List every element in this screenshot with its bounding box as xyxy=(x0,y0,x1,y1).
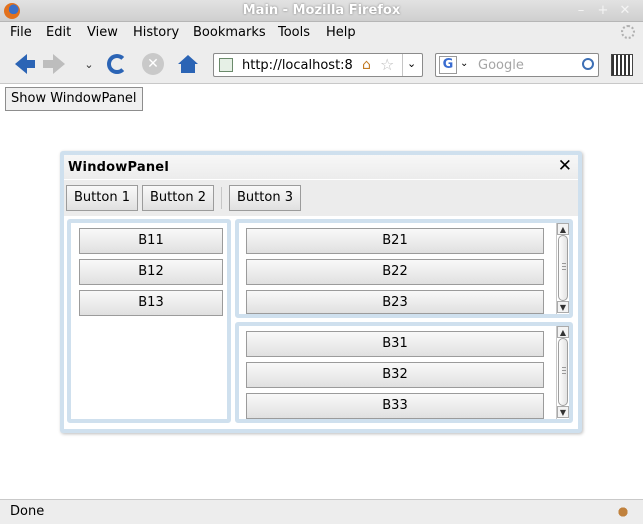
menu-view[interactable]: View xyxy=(87,25,118,40)
menu-bookmarks[interactable]: Bookmarks xyxy=(193,25,266,40)
bookmark-star-icon[interactable]: ☆ xyxy=(380,55,394,74)
search-icon[interactable] xyxy=(582,58,594,70)
extension-grid-icon[interactable] xyxy=(611,54,633,76)
scroll-up-icon[interactable]: ▲ xyxy=(557,223,569,235)
url-bar[interactable]: http://localhost:8 ⌂ ☆ ⌄ xyxy=(213,53,423,77)
throbber-icon xyxy=(621,25,635,39)
status-text: Done xyxy=(10,504,45,519)
button-b31[interactable]: B31 xyxy=(246,331,544,357)
maximize-icon[interactable]: + xyxy=(594,3,612,19)
reload-button[interactable] xyxy=(104,51,130,77)
reload-icon xyxy=(107,54,127,74)
forward-button[interactable] xyxy=(43,51,72,77)
button-b32[interactable]: B32 xyxy=(246,362,544,388)
button-3[interactable]: Button 3 xyxy=(229,185,301,211)
url-text[interactable]: http://localhost:8 xyxy=(242,58,356,73)
home-icon xyxy=(178,55,198,73)
chevron-down-icon: ⌄ xyxy=(84,57,94,71)
history-dropdown-button[interactable]: ⌄ xyxy=(76,51,102,77)
window-title: Main - Mozilla Firefox xyxy=(242,3,401,18)
stop-icon: ✕ xyxy=(142,53,164,75)
grip-icon xyxy=(562,367,566,375)
panel-toolbar: Button 1 Button 2 Button 3 xyxy=(64,180,578,216)
button-1[interactable]: Button 1 xyxy=(66,185,138,211)
url-divider xyxy=(402,54,403,76)
close-window-icon[interactable]: ✕ xyxy=(616,3,634,19)
menu-bar: File Edit View History Bookmarks Tools H… xyxy=(0,22,643,43)
menu-tools[interactable]: Tools xyxy=(278,25,310,40)
site-favicon-icon xyxy=(219,58,233,72)
bottom-right-pane: B31 B32 B33 ▲ ▼ xyxy=(235,322,573,423)
button-b22[interactable]: B22 xyxy=(246,259,544,285)
home-button[interactable] xyxy=(175,51,201,77)
search-bar[interactable]: G ⌄ Google xyxy=(435,53,599,77)
home-page-icon[interactable]: ⌂ xyxy=(362,57,371,73)
scroll-thumb[interactable] xyxy=(558,338,568,406)
menu-history[interactable]: History xyxy=(133,25,179,40)
back-button[interactable] xyxy=(8,51,35,77)
panel-titlebar[interactable]: WindowPanel ✕ xyxy=(64,155,578,179)
button-b11[interactable]: B11 xyxy=(79,228,223,254)
status-bar: Done xyxy=(0,499,643,524)
button-b23[interactable]: B23 xyxy=(246,290,544,314)
grip-icon xyxy=(562,263,566,271)
scroll-down-icon[interactable]: ▼ xyxy=(557,406,569,418)
toolbar-separator xyxy=(221,187,222,209)
firebug-icon[interactable] xyxy=(615,504,631,520)
bottom-right-scrollbar[interactable]: ▲ ▼ xyxy=(556,326,569,419)
panel-title: WindowPanel xyxy=(68,160,169,175)
search-placeholder[interactable]: Google xyxy=(478,58,524,73)
google-engine-icon[interactable]: G xyxy=(439,56,457,74)
menu-edit[interactable]: Edit xyxy=(46,25,71,40)
scroll-up-icon[interactable]: ▲ xyxy=(557,326,569,338)
engine-dropdown-icon[interactable]: ⌄ xyxy=(460,58,468,69)
minimize-icon[interactable]: – xyxy=(572,3,590,19)
button-b33[interactable]: B33 xyxy=(246,393,544,419)
menu-file[interactable]: File xyxy=(10,25,32,40)
button-2[interactable]: Button 2 xyxy=(142,185,214,211)
button-b21[interactable]: B21 xyxy=(246,228,544,254)
url-dropdown-icon[interactable]: ⌄ xyxy=(407,57,416,70)
top-right-scrollbar[interactable]: ▲ ▼ xyxy=(556,223,569,314)
back-arrow-icon xyxy=(15,54,35,74)
scroll-down-icon[interactable]: ▼ xyxy=(557,301,569,313)
forward-arrow-icon xyxy=(43,54,65,74)
stop-button[interactable]: ✕ xyxy=(140,51,166,77)
window-panel: WindowPanel ✕ Button 1 Button 2 Button 3… xyxy=(60,151,582,433)
show-windowpanel-button[interactable]: Show WindowPanel xyxy=(5,87,143,111)
button-b12[interactable]: B12 xyxy=(79,259,223,285)
panel-close-icon[interactable]: ✕ xyxy=(558,156,572,176)
menu-help[interactable]: Help xyxy=(326,25,356,40)
button-b13[interactable]: B13 xyxy=(79,290,223,316)
top-right-pane: B21 B22 B23 ▲ ▼ xyxy=(235,219,573,318)
scroll-thumb[interactable] xyxy=(558,235,568,301)
left-pane: B11 B12 B13 xyxy=(67,219,231,423)
window-titlebar: Main - Mozilla Firefox – + ✕ xyxy=(0,0,643,22)
